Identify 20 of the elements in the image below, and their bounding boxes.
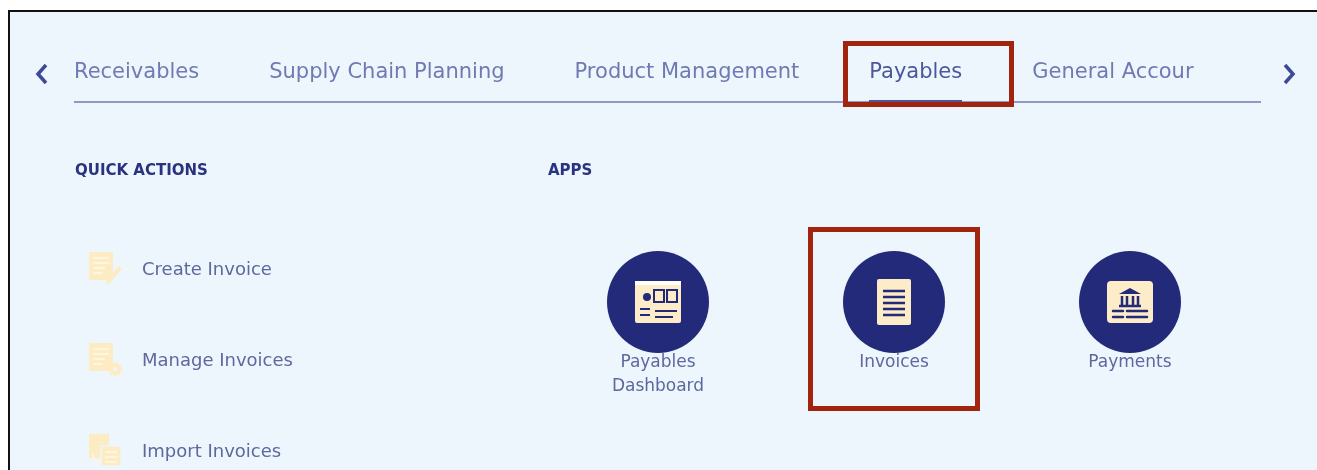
tab[interactable]: Supply Chain Planning [269,45,505,101]
tab[interactable]: Product Management [574,45,800,101]
chevron-left-icon [34,62,50,86]
bank-icon [1079,251,1181,353]
section-heading: QUICK ACTIONS [75,161,209,179]
app-tile[interactable]: Invoices [808,227,980,373]
document-icon [843,251,945,353]
app-tile[interactable]: Payments [1044,227,1216,373]
tab[interactable]: General Accour [1032,45,1194,101]
quick-action-link[interactable]: Manage Invoices [75,340,548,378]
tab[interactable]: Payables [869,45,963,101]
tab[interactable]: Receivables [74,45,200,101]
document-gear-icon [87,341,123,377]
quick-action-link[interactable]: Import Invoices [75,431,548,469]
section-heading: APPS [548,161,594,179]
quick-action-link[interactable]: Create Invoice [75,249,548,287]
dashboard-icon [607,251,709,353]
document-pencil-icon [87,250,123,286]
app-tile[interactable]: Payables Dashboard [572,227,744,397]
chevron-right-icon [1281,62,1297,86]
